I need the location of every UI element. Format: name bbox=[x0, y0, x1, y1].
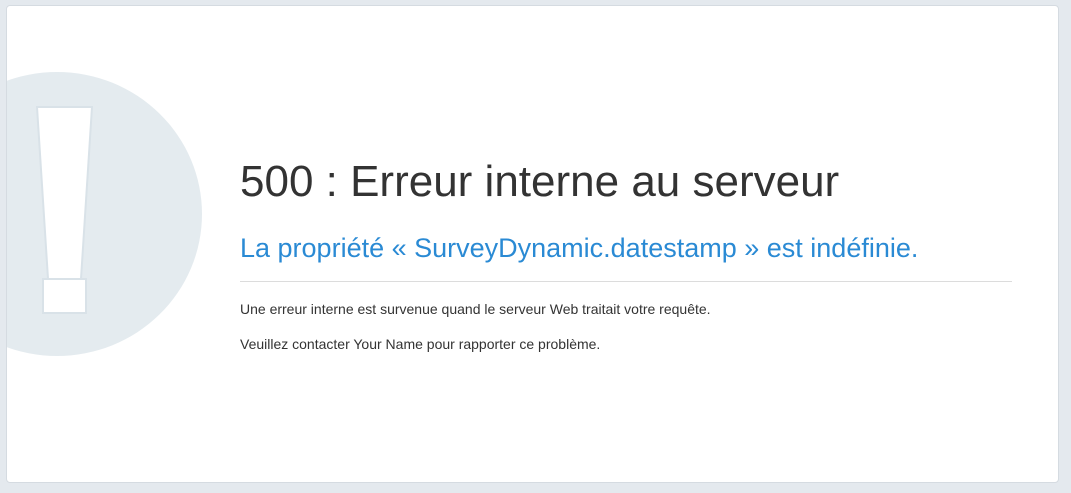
error-panel: 500 : Erreur interne au serveur La propr… bbox=[6, 5, 1059, 483]
error-subtitle: La propriété « SurveyDynamic.datestamp »… bbox=[240, 233, 919, 263]
contact-message: Veuillez contacter Your Name pour rappor… bbox=[240, 336, 601, 352]
exclamation-circle-icon bbox=[7, 72, 202, 356]
error-title: 500 : Erreur interne au serveur bbox=[240, 157, 840, 206]
error-message: Une erreur interne est survenue quand le… bbox=[240, 301, 711, 317]
error-content: 500 : Erreur interne au serveur La propr… bbox=[240, 156, 1012, 353]
divider bbox=[240, 281, 1012, 282]
